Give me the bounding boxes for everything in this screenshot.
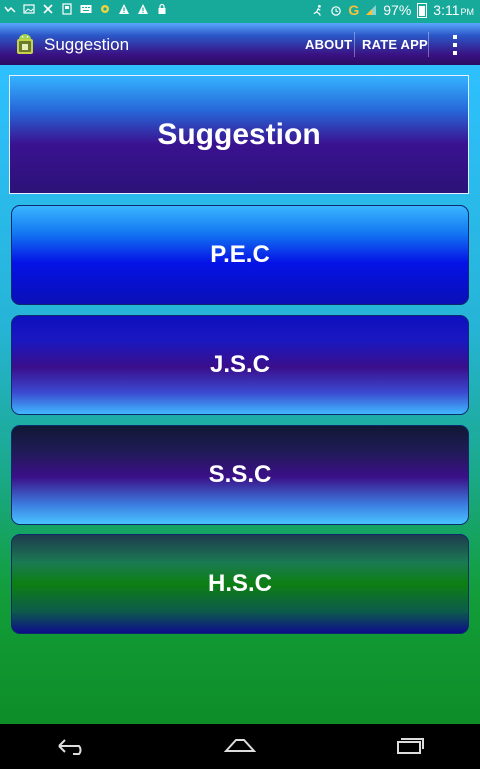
- storage-icon: [61, 3, 73, 15]
- app-notification-icon: [99, 3, 111, 15]
- alarm-icon: [330, 4, 342, 16]
- jsc-button[interactable]: J.S.C: [11, 315, 469, 415]
- rate-app-button[interactable]: RATE APP: [362, 37, 428, 52]
- page-header: Suggestion: [9, 75, 469, 194]
- home-icon[interactable]: [220, 733, 260, 759]
- gallery-icon: [23, 3, 35, 15]
- lock-icon: [156, 3, 168, 15]
- missed-call-icon: [4, 3, 16, 15]
- warning-icon: [118, 3, 130, 15]
- overflow-menu-icon[interactable]: [447, 35, 463, 55]
- clock: 3:11PM: [433, 2, 474, 18]
- signal-icon: [365, 4, 377, 16]
- battery-percent: 97%: [383, 2, 412, 18]
- tools-icon: [42, 3, 54, 15]
- android-app-icon[interactable]: [14, 32, 36, 56]
- ssc-button[interactable]: S.S.C: [11, 425, 469, 525]
- back-icon[interactable]: [52, 733, 92, 759]
- pec-button[interactable]: P.E.C: [11, 205, 469, 305]
- warning-icon-2: [137, 3, 149, 15]
- notification-icons: [4, 3, 168, 15]
- main-content: Suggestion P.E.C J.S.C S.S.C H.S.C: [0, 65, 480, 724]
- keyboard-icon: [80, 3, 92, 15]
- hsc-button[interactable]: H.S.C: [11, 534, 469, 634]
- action-bar: Suggestion ABOUT RATE APP: [0, 23, 480, 65]
- app-title: Suggestion: [44, 35, 130, 54]
- action-divider: [354, 32, 355, 57]
- about-button[interactable]: ABOUT: [305, 37, 352, 52]
- action-divider: [428, 32, 429, 57]
- page-title: Suggestion: [157, 117, 321, 151]
- running-icon: [312, 4, 324, 16]
- navigation-bar: [0, 724, 480, 769]
- status-bar: G 97% 3:11PM: [0, 0, 480, 23]
- battery-icon: [417, 2, 428, 18]
- recent-apps-icon[interactable]: [389, 733, 429, 759]
- system-status: G 97% 3:11PM: [312, 2, 474, 18]
- network-type: G: [348, 2, 360, 18]
